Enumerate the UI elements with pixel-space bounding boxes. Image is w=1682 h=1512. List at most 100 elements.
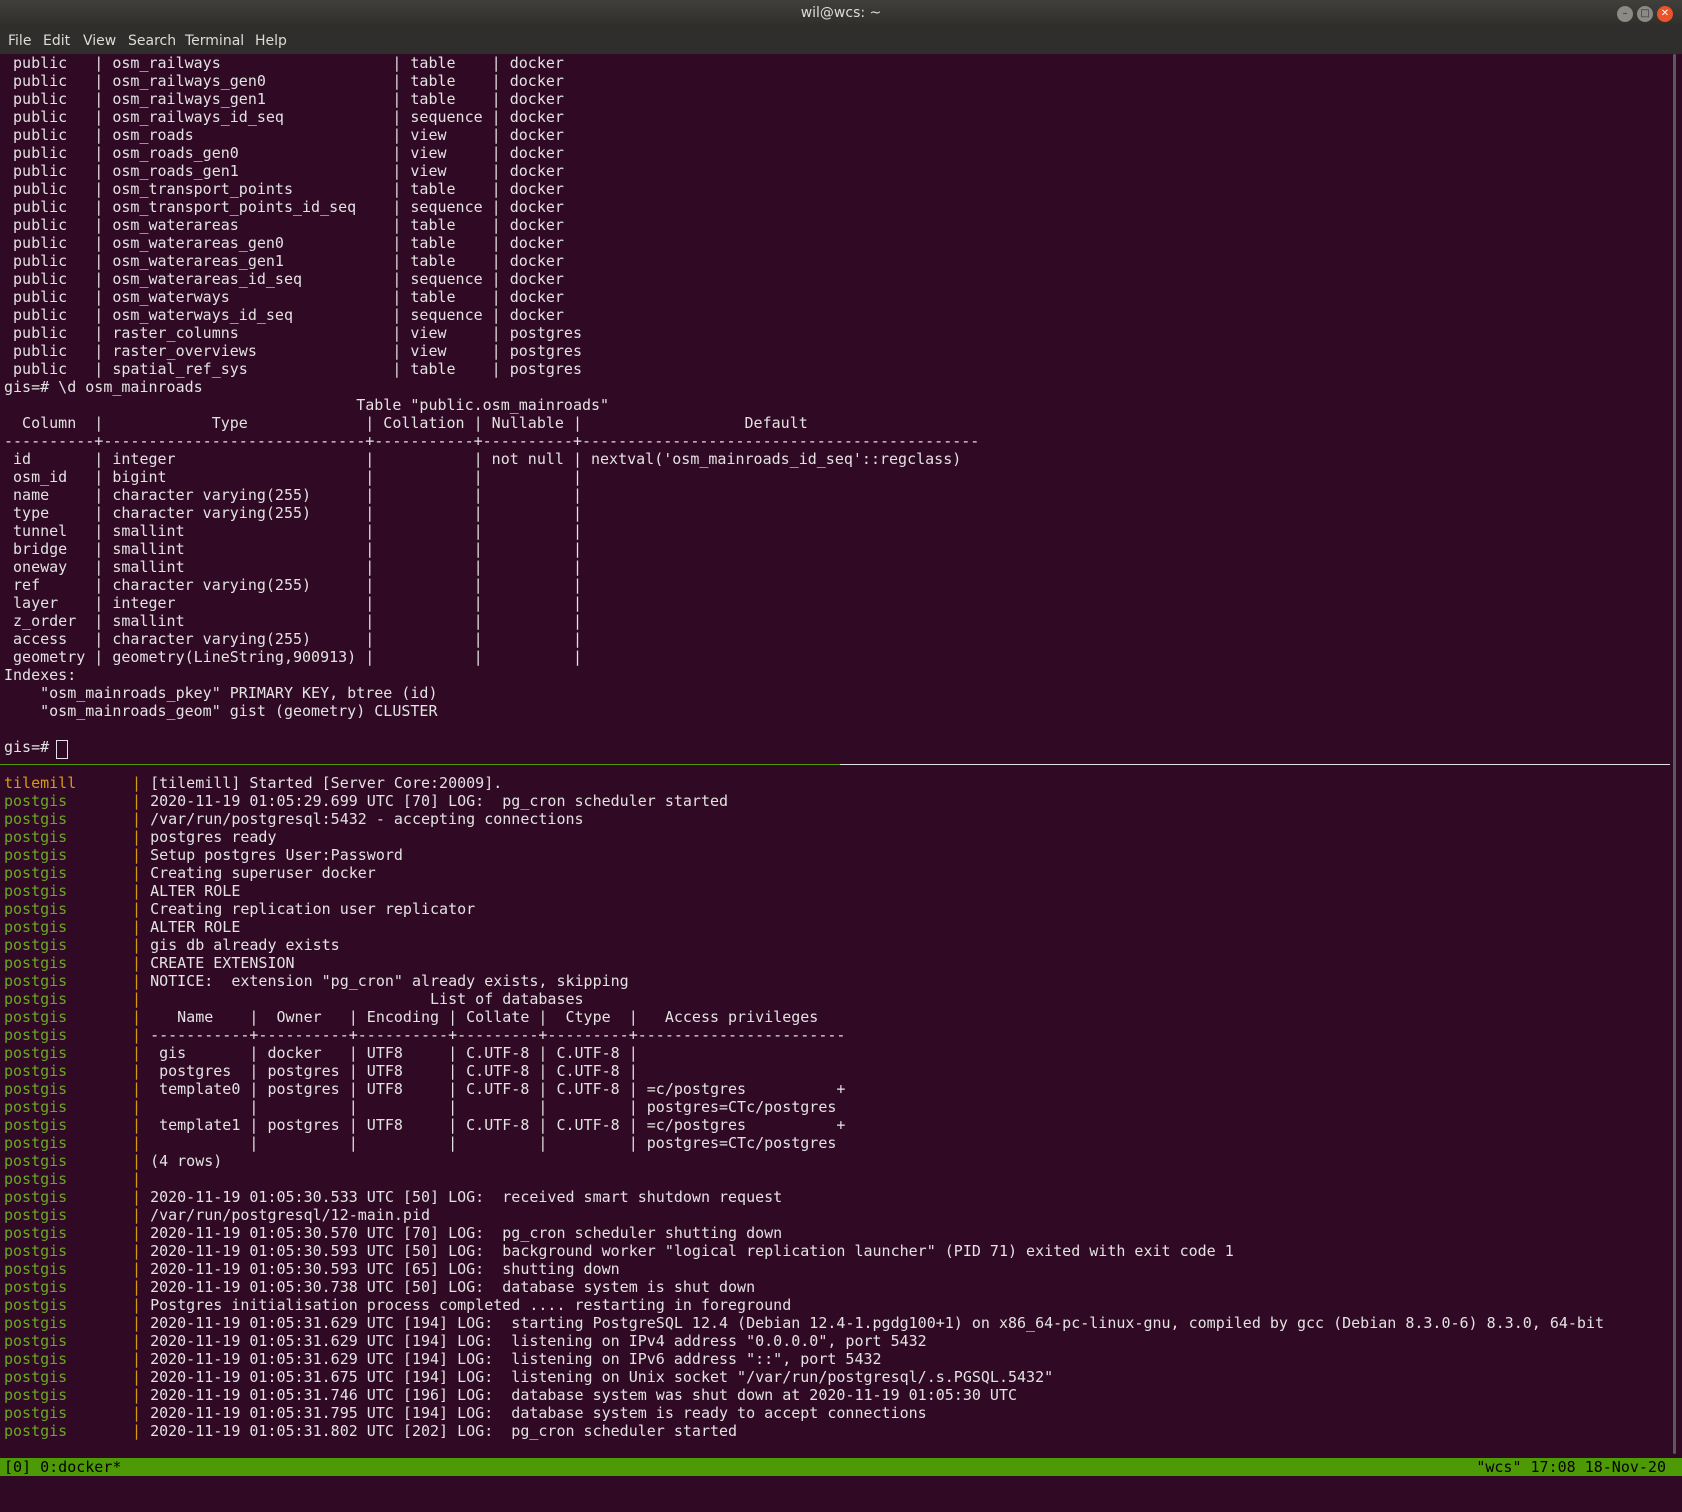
log-line: postgis | 2020-11-19 01:05:30.593 UTC [50… <box>4 1242 1234 1260</box>
log-source-label: postgis <box>4 1350 68 1368</box>
log-source-label: postgis <box>4 1170 68 1188</box>
log-source-label: postgis <box>4 972 68 990</box>
log-message: [tilemill] Started [Server Core:20009]. <box>150 774 503 792</box>
log-line: postgis | template1 | postgres | UTF8 | C… <box>4 1116 845 1134</box>
log-line: postgis | 2020-11-19 01:05:31.629 UTC [19… <box>4 1350 882 1368</box>
log-source-label: postgis <box>4 936 68 954</box>
log-message: NOTICE: extension "pg_cron" already exis… <box>150 972 629 990</box>
log-line: postgis | 2020-11-19 01:05:31.795 UTC [19… <box>4 1404 927 1422</box>
menu-file[interactable]: File <box>8 33 31 49</box>
log-source-label: postgis <box>4 1386 68 1404</box>
log-source-label: postgis <box>4 1332 68 1350</box>
log-source-label: postgis <box>4 1368 68 1386</box>
log-separator: | <box>132 1098 151 1116</box>
psql-output-line: public | osm_roads | view | docker <box>4 126 564 144</box>
log-line: postgis | Name | Owner | Encoding | Colla… <box>4 1008 818 1026</box>
menu-edit[interactable]: Edit <box>43 33 70 49</box>
menu-help[interactable]: Help <box>255 33 287 49</box>
psql-output-line: public | osm_railways_id_seq | sequence … <box>4 108 564 126</box>
log-source-label: postgis <box>4 1422 68 1440</box>
log-message: CREATE EXTENSION <box>150 954 295 972</box>
psql-output-line: Column | Type | Collation | Nullable | D… <box>4 414 808 432</box>
log-separator: | <box>132 828 151 846</box>
log-separator: | <box>132 882 151 900</box>
log-message: Setup postgres User:Password <box>150 846 403 864</box>
psql-output-line: public | osm_roads_gen0 | view | docker <box>4 144 564 162</box>
psql-output-line: tunnel | smallint | | | <box>4 522 582 540</box>
log-source-label: postgis <box>4 1044 68 1062</box>
log-line: postgis | /var/run/postgresql/12-main.pid <box>4 1206 430 1224</box>
status-window-list: [0] 0:docker* <box>4 1458 122 1476</box>
psql-output-line: oneway | smallint | | | <box>4 558 582 576</box>
log-message: gis | docker | UTF8 | C.UTF-8 | C.UTF-8 … <box>150 1044 638 1062</box>
psql-output-line: bridge | smallint | | | <box>4 540 582 558</box>
log-line: postgis | 2020-11-19 01:05:30.570 UTC [70… <box>4 1224 782 1242</box>
maximize-icon[interactable]: □ <box>1637 6 1653 22</box>
menu-view[interactable]: View <box>83 33 116 49</box>
status-host-time: "wcs" 17:08 18-Nov-20 <box>1476 1458 1666 1476</box>
log-message: 2020-11-19 01:05:30.533 UTC [50] LOG: re… <box>150 1188 783 1206</box>
log-separator: | <box>132 936 151 954</box>
log-line: postgis | 2020-11-19 01:05:31.629 UTC [19… <box>4 1314 1604 1332</box>
log-separator: | <box>132 1044 151 1062</box>
log-separator: | <box>132 1242 151 1260</box>
psql-output-line: public | osm_roads_gen1 | view | docker <box>4 162 564 180</box>
log-message: 2020-11-19 01:05:31.629 UTC [194] LOG: l… <box>150 1332 927 1350</box>
log-line: postgis | -----------+----------+--------… <box>4 1026 845 1044</box>
log-line: postgis | /var/run/postgresql:5432 - acce… <box>4 810 584 828</box>
log-line: postgis | postgres ready <box>4 828 277 846</box>
log-source-label: postgis <box>4 1080 68 1098</box>
log-message: 2020-11-19 01:05:30.738 UTC [50] LOG: da… <box>150 1278 756 1296</box>
pane-divider[interactable] <box>840 764 1670 765</box>
psql-output-line: layer | integer | | | <box>4 594 582 612</box>
log-line: postgis | Creating superuser docker <box>4 864 376 882</box>
scrollbar[interactable] <box>1672 54 1678 1454</box>
log-source-label: postgis <box>4 1098 68 1116</box>
log-line: postgis | 2020-11-19 01:05:30.738 UTC [50… <box>4 1278 755 1296</box>
terminal-area[interactable]: public | osm_railways | table | docker p… <box>0 54 1682 1460</box>
psql-output-line: Table "public.osm_mainroads" <box>4 396 610 414</box>
log-source-label: postgis <box>4 864 68 882</box>
log-source-label: postgis <box>4 1062 68 1080</box>
log-message: -----------+----------+----------+------… <box>150 1026 846 1044</box>
log-source-label: postgis <box>4 1278 68 1296</box>
log-source-label: postgis <box>4 1134 68 1152</box>
log-line: postgis | postgres | postgres | UTF8 | C.… <box>4 1062 638 1080</box>
menu-terminal[interactable]: Terminal <box>185 33 244 49</box>
log-line: postgis | | | | | | postgres=CTc/postgres <box>4 1134 836 1152</box>
log-message: 2020-11-19 01:05:30.570 UTC [70] LOG: pg… <box>150 1224 783 1242</box>
log-message: List of databases <box>150 990 584 1008</box>
close-icon[interactable]: ✕ <box>1657 6 1673 22</box>
log-separator: | <box>132 954 151 972</box>
log-message: | | | | | postgres=CTc/postgres <box>150 1098 837 1116</box>
log-source-label: postgis <box>4 1314 68 1332</box>
scrollbar-thumb[interactable] <box>1673 54 1676 1454</box>
log-separator: | <box>132 1134 151 1152</box>
log-separator: | <box>132 1008 151 1026</box>
log-line: postgis | 2020-11-19 01:05:30.533 UTC [50… <box>4 1188 782 1206</box>
log-separator: | <box>132 1206 151 1224</box>
window-titlebar[interactable]: wil@wcs: ~ – □ ✕ <box>0 0 1682 28</box>
log-line: postgis | 2020-11-19 01:05:31.802 UTC [20… <box>4 1422 737 1440</box>
tmux-status-bar: [0] 0:docker* "wcs" 17:08 18-Nov-20 <box>0 1458 1682 1476</box>
log-message: 2020-11-19 01:05:31.629 UTC [194] LOG: l… <box>150 1350 882 1368</box>
log-separator: | <box>132 1260 151 1278</box>
log-message: postgres | postgres | UTF8 | C.UTF-8 | C… <box>150 1062 638 1080</box>
menu-search[interactable]: Search <box>128 33 176 49</box>
log-separator: | <box>132 1188 151 1206</box>
log-line: postgis | NOTICE: extension "pg_cron" alr… <box>4 972 629 990</box>
psql-output-line: public | osm_waterareas | table | docker <box>4 216 564 234</box>
psql-output-line: public | osm_waterways | table | docker <box>4 288 564 306</box>
log-separator: | <box>132 900 151 918</box>
psql-output-line: "osm_mainroads_geom" gist (geometry) CLU… <box>4 702 438 720</box>
psql-output-line: public | raster_columns | view | postgre… <box>4 324 582 342</box>
log-separator: | <box>132 1422 151 1440</box>
log-message: gis db already exists <box>150 936 340 954</box>
psql-output-line: public | spatial_ref_sys | table | postg… <box>4 360 582 378</box>
log-line: postgis | Postgres initialisation process… <box>4 1296 791 1314</box>
log-separator: | <box>132 1386 151 1404</box>
psql-output-line: access | character varying(255) | | | <box>4 630 582 648</box>
minimize-icon[interactable]: – <box>1617 6 1633 22</box>
log-separator: | <box>132 1152 151 1170</box>
log-source-label: postgis <box>4 1152 68 1170</box>
